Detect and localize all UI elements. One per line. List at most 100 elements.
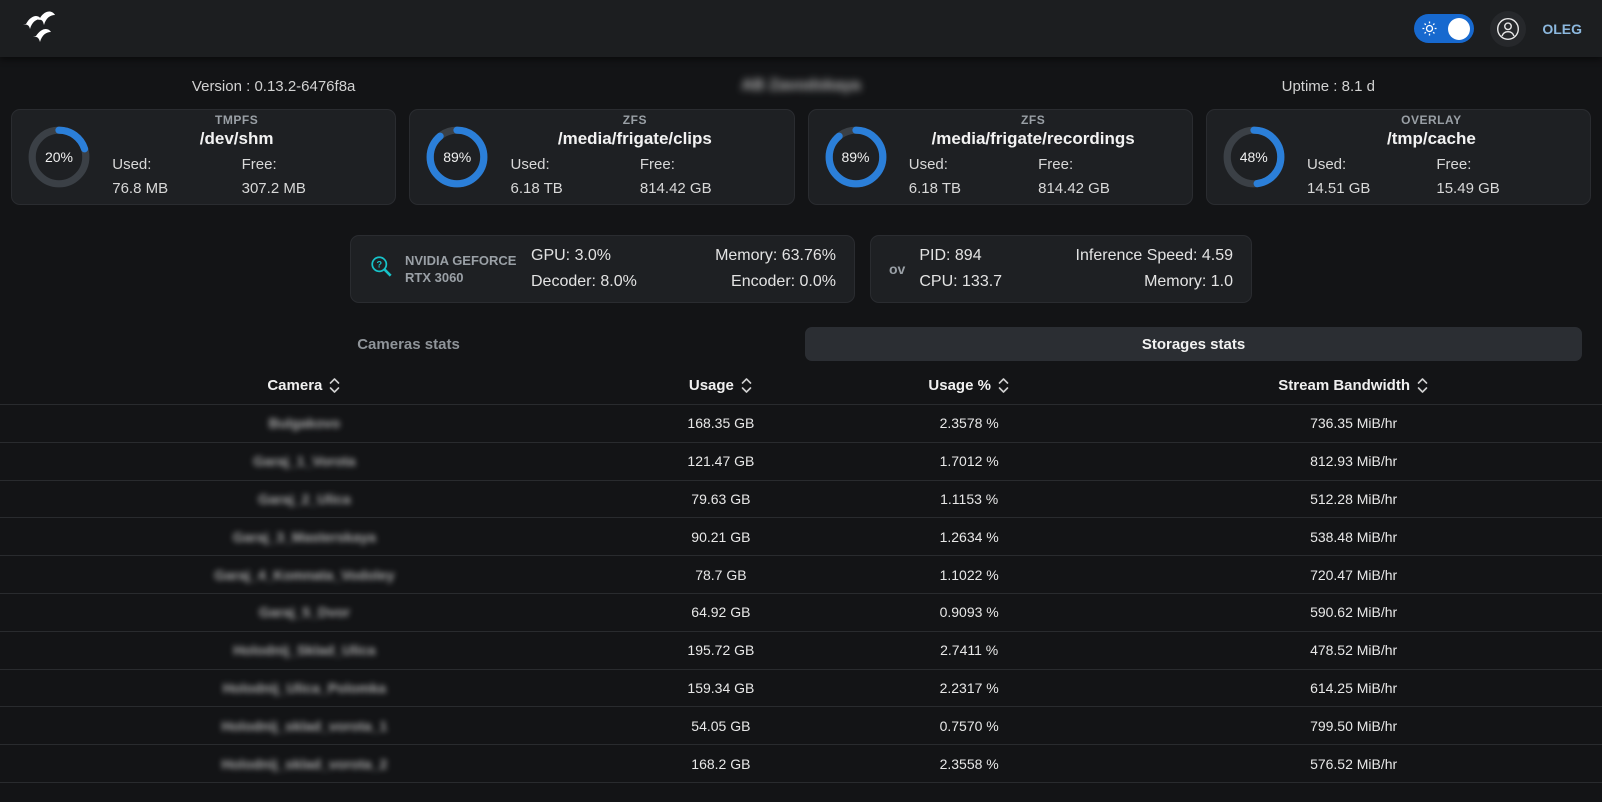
toggle-knob <box>1448 18 1470 40</box>
table-row: Garaj_4_Komnata_Vodoley 78.7 GB 1.1022 %… <box>0 555 1602 593</box>
table-row: Holodnij_sklad_vorota_1 54.05 GB 0.7570 … <box>0 706 1602 744</box>
usage-percent-cell: 2.2317 % <box>833 680 1105 696</box>
gpu-encoder: Encoder: 0.0% <box>715 269 836 295</box>
gpu-card: ? NVIDIA GEFORCE RTX 3060 GPU: 3.0% Deco… <box>350 235 855 303</box>
free-label: Free: <box>1436 153 1555 177</box>
storage-card: 20% TMPFS /dev/shm Used: 76.8 MB Free: 3… <box>11 109 396 205</box>
table-row: Garaj_3_Masterskaya 90.21 GB 1.2634 % 53… <box>0 517 1602 555</box>
gpu-name: NVIDIA GEFORCE RTX 3060 <box>405 252 517 286</box>
used-label: Used: <box>1307 153 1426 177</box>
used-label: Used: <box>112 153 231 177</box>
usage-percent-cell: 0.9093 % <box>833 604 1105 620</box>
mount-path: /media/frigate/clips <box>558 129 712 149</box>
theme-toggle[interactable] <box>1414 14 1474 43</box>
usage-cell: 64.92 GB <box>609 604 833 620</box>
storage-card: 48% OVERLAY /tmp/cache Used: 14.51 GB Fr… <box>1206 109 1591 205</box>
sun-icon <box>1422 21 1437 36</box>
usage-cell: 121.47 GB <box>609 453 833 469</box>
column-header[interactable]: Camera <box>0 377 609 394</box>
mount-path: /media/frigate/recordings <box>932 129 1135 149</box>
storage-usage-donut: 89% <box>823 124 889 190</box>
bandwidth-cell: 478.52 MiB/hr <box>1105 642 1602 658</box>
free-value: 307.2 MB <box>242 177 361 201</box>
donut-percent-label: 89% <box>424 124 490 190</box>
gpu-memory: Memory: 63.76% <box>715 243 836 269</box>
free-value: 814.42 GB <box>1038 177 1157 201</box>
usage-percent-cell: 1.1153 % <box>833 491 1105 507</box>
filesystem-type: ZFS <box>623 113 647 127</box>
uptime-label: Uptime : 8.1 d <box>1065 78 1592 95</box>
user-avatar-icon[interactable] <box>1490 11 1526 47</box>
storage-usage-donut: 48% <box>1221 124 1287 190</box>
camera-name-blurred: Holodnij_sklad_vorota_2 <box>0 756 609 772</box>
column-header[interactable]: Usage % <box>833 377 1105 394</box>
table-row: Holodnij_Sklad_Ulica 195.72 GB 2.7411 % … <box>0 631 1602 669</box>
filesystem-type: ZFS <box>1021 113 1045 127</box>
table-row: Garaj_2_Ulica 79.63 GB 1.1153 % 512.28 M… <box>0 480 1602 518</box>
donut-percent-label: 20% <box>26 124 92 190</box>
storage-card: 89% ZFS /media/frigate/clips Used: 6.18 … <box>409 109 794 205</box>
frigate-logo-icon[interactable] <box>16 6 62 57</box>
detector-pid: PID: 894 <box>919 243 1002 269</box>
filesystem-type: TMPFS <box>215 113 258 127</box>
usage-cell: 195.72 GB <box>609 642 833 658</box>
sort-icon[interactable] <box>1416 377 1429 394</box>
tab-storages-stats[interactable]: Storages stats <box>805 327 1582 361</box>
usage-cell: 168.2 GB <box>609 756 833 772</box>
camera-name-blurred: Holodnij_sklad_vorota_1 <box>0 718 609 734</box>
bandwidth-cell: 736.35 MiB/hr <box>1105 415 1602 431</box>
camera-name-blurred: Garaj_1_Vorota <box>0 453 609 469</box>
storage-cards-row: 20% TMPFS /dev/shm Used: 76.8 MB Free: 3… <box>0 103 1602 205</box>
table-row: Garaj_1_Vorota 121.47 GB 1.7012 % 812.93… <box>0 442 1602 480</box>
table-header-row: Camera Usage Usage % <box>0 367 1602 404</box>
stats-tabs: Cameras stats Storages stats <box>20 327 1582 361</box>
tab-cameras-stats[interactable]: Cameras stats <box>20 327 797 361</box>
free-label: Free: <box>1038 153 1157 177</box>
camera-name-blurred: Garaj_3_Masterskaya <box>0 529 609 545</box>
sort-icon[interactable] <box>328 377 341 394</box>
sort-icon[interactable] <box>997 377 1010 394</box>
filesystem-type: OVERLAY <box>1401 113 1461 127</box>
status-row: Version : 0.13.2-6476f8a AB Zavodskaya U… <box>0 57 1602 103</box>
detector-inference-speed: Inference Speed: 4.59 <box>1076 243 1233 269</box>
camera-name-blurred: Garaj_4_Komnata_Vodoley <box>0 567 609 583</box>
detector-cpu: CPU: 133.7 <box>919 269 1002 295</box>
used-label: Used: <box>909 153 1028 177</box>
version-label: Version : 0.13.2-6476f8a <box>10 78 537 95</box>
free-value: 814.42 GB <box>640 177 759 201</box>
used-value: 6.18 TB <box>511 177 630 201</box>
storage-card: 89% ZFS /media/frigate/recordings Used: … <box>808 109 1193 205</box>
gpu-search-icon: ? <box>369 254 395 285</box>
bandwidth-cell: 590.62 MiB/hr <box>1105 604 1602 620</box>
camera-name-blurred: Holodnij_Ulica_Polomka <box>0 680 609 696</box>
table-body: Bulgakovo 168.35 GB 2.3578 % 736.35 MiB/… <box>0 404 1602 783</box>
sort-icon[interactable] <box>740 377 753 394</box>
detector-memory: Memory: 1.0 <box>1076 269 1233 295</box>
column-header[interactable]: Stream Bandwidth <box>1105 377 1602 394</box>
camera-name-blurred: Bulgakovo <box>0 415 609 431</box>
svg-text:?: ? <box>376 259 382 269</box>
bandwidth-cell: 576.52 MiB/hr <box>1105 756 1602 772</box>
usage-percent-cell: 2.3558 % <box>833 756 1105 772</box>
detector-card: ov PID: 894 CPU: 133.7 Inference Speed: … <box>870 235 1252 303</box>
username[interactable]: OLEG <box>1542 21 1582 37</box>
used-value: 14.51 GB <box>1307 177 1426 201</box>
donut-percent-label: 89% <box>823 124 889 190</box>
table-row: Holodnij_Ulica_Polomka 159.34 GB 2.2317 … <box>0 669 1602 707</box>
mount-path: /tmp/cache <box>1387 129 1476 149</box>
usage-cell: 168.35 GB <box>609 415 833 431</box>
column-header[interactable]: Usage <box>609 377 833 394</box>
usage-percent-cell: 1.1022 % <box>833 567 1105 583</box>
camera-name-blurred: Garaj_5_Dvor <box>0 604 609 620</box>
usage-percent-cell: 2.3578 % <box>833 415 1105 431</box>
server-name-blurred: AB Zavodskaya <box>537 77 1064 95</box>
camera-stats-table: Camera Usage Usage % <box>0 367 1602 783</box>
usage-percent-cell: 0.7570 % <box>833 718 1105 734</box>
gpu-decoder: Decoder: 8.0% <box>531 269 637 295</box>
usage-cell: 79.63 GB <box>609 491 833 507</box>
mount-path: /dev/shm <box>200 129 274 149</box>
donut-percent-label: 48% <box>1221 124 1287 190</box>
gpu-usage: GPU: 3.0% <box>531 243 637 269</box>
free-label: Free: <box>640 153 759 177</box>
storage-usage-donut: 20% <box>26 124 92 190</box>
